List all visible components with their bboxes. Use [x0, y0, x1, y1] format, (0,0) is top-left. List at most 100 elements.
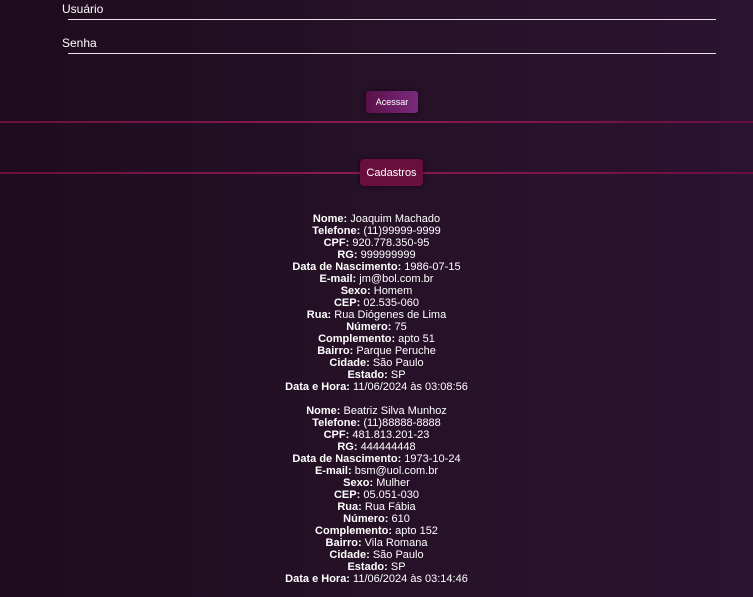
record-bairro-label: Bairro:: [317, 345, 354, 357]
username-label: Usuário: [62, 2, 104, 16]
record-sexo-label: Sexo:: [343, 477, 374, 489]
record-rg-row: RG: 444444448: [0, 441, 753, 453]
record-cep-label: CEP:: [333, 489, 361, 501]
record-nascimento-label: Data de Nascimento:: [292, 453, 402, 465]
record-rg-row: RG: 999999999: [0, 249, 753, 261]
record-rua-label: Rua:: [306, 309, 332, 321]
record-sexo-value: Homem: [373, 285, 413, 297]
username-field: Usuário: [62, 2, 716, 20]
record-rg-label: RG:: [337, 441, 358, 453]
record-cidade-value: São Paulo: [372, 549, 424, 561]
record-cidade-value: São Paulo: [372, 357, 424, 369]
record-numero-label: Número:: [346, 321, 392, 333]
record-bairro-value: Vila Romana: [364, 537, 428, 549]
record-estado-row: Estado: SP: [0, 369, 753, 381]
record-bairro-row: Bairro: Vila Romana: [0, 537, 753, 549]
record-rg-value: 999999999: [360, 249, 416, 261]
record-numero-value: 75: [394, 321, 407, 333]
record-datahora-value: 11/06/2024 às 03:08:56: [353, 381, 468, 393]
record-telefone-label: Telefone:: [312, 225, 361, 237]
password-underline: [68, 53, 716, 54]
username-underline: [68, 19, 716, 20]
record-sexo-label: Sexo:: [340, 285, 371, 297]
records-list: Nome: Joaquim Machado Telefone: (11)99999…: [0, 213, 753, 597]
record-rua-label: Rua:: [337, 501, 362, 513]
record-email-value: bsm@uol.com.br: [354, 465, 439, 477]
record-complemento-label: Complemento:: [318, 333, 396, 345]
record-telefone-row: Telefone: (11)88888-8888: [0, 417, 753, 429]
record-complemento-row: Complemento: apto 152: [0, 525, 753, 537]
record-numero-label: Número:: [343, 513, 389, 525]
record-complemento-label: Complemento:: [315, 525, 393, 537]
record-rua-row: Rua: Rua Fábia: [0, 501, 753, 513]
record-cpf-label: CPF:: [323, 237, 350, 249]
record-numero-row: Número: 610: [0, 513, 753, 525]
record-email-label: E-mail:: [314, 465, 352, 477]
record-datahora-row: Data e Hora: 11/06/2024 às 03:08:56: [0, 381, 753, 393]
record-cpf-row: CPF: 481.813.201-23: [0, 429, 753, 441]
record-telefone-row: Telefone: (11)99999-9999: [0, 225, 753, 237]
record-sexo-value: Mulher: [376, 477, 410, 489]
record-nascimento-value: 1986-07-15: [404, 261, 461, 273]
record-rg-label: RG:: [337, 249, 358, 261]
record-cidade-row: Cidade: São Paulo: [0, 357, 753, 369]
record-item: Nome: Joaquim Machado Telefone: (11)99999…: [0, 213, 753, 393]
record-cep-label: CEP:: [333, 297, 361, 309]
record-datahora-label: Data e Hora:: [285, 573, 350, 585]
record-nome-label: Nome:: [312, 213, 348, 225]
record-cidade-row: Cidade: São Paulo: [0, 549, 753, 561]
record-nome-row: Nome: Beatriz Silva Munhoz: [0, 405, 753, 417]
record-complemento-value: apto 152: [395, 525, 438, 537]
record-datahora-value: 11/06/2024 às 03:14:46: [353, 573, 468, 585]
record-email-label: E-mail:: [319, 273, 357, 285]
record-bairro-row: Bairro: Parque Peruche: [0, 345, 753, 357]
record-email-row: E-mail: jm@bol.com.br: [0, 273, 753, 285]
record-estado-value: SP: [390, 369, 406, 381]
acessar-button[interactable]: Acessar: [366, 91, 418, 113]
record-telefone-label: Telefone:: [312, 417, 361, 429]
password-label: Senha: [62, 36, 97, 50]
record-cidade-label: Cidade:: [329, 549, 370, 561]
record-complemento-row: Complemento: apto 51: [0, 333, 753, 345]
record-estado-label: Estado:: [347, 561, 388, 573]
record-telefone-value: (11)88888-8888: [363, 417, 441, 429]
password-field: Senha: [62, 36, 716, 54]
record-nome-value: Joaquim Machado: [350, 213, 441, 225]
record-telefone-value: (11)99999-9999: [363, 225, 441, 237]
record-nascimento-value: 1973-10-24: [404, 453, 461, 465]
record-cep-value: 02.535-060: [363, 297, 419, 309]
record-rua-value: Rua Diógenes de Lima: [334, 309, 447, 321]
record-nome-value: Beatriz Silva Munhoz: [343, 405, 447, 417]
record-datahora-label: Data e Hora:: [285, 381, 350, 393]
record-email-value: jm@bol.com.br: [359, 273, 434, 285]
record-cep-row: CEP: 05.051-030: [0, 489, 753, 501]
record-sexo-row: Sexo: Homem: [0, 285, 753, 297]
record-cep-row: CEP: 02.535-060: [0, 297, 753, 309]
record-nome-label: Nome:: [306, 405, 341, 417]
record-email-row: E-mail: bsm@uol.com.br: [0, 465, 753, 477]
record-cidade-label: Cidade:: [329, 357, 370, 369]
record-rua-value: Rua Fábia: [364, 501, 416, 513]
record-sexo-row: Sexo: Mulher: [0, 477, 753, 489]
record-nome-row: Nome: Joaquim Machado: [0, 213, 753, 225]
record-cpf-value: 481.813.201-23: [352, 429, 430, 441]
record-numero-row: Número: 75: [0, 321, 753, 333]
record-cpf-value: 920.778.350-95: [352, 237, 430, 249]
record-estado-label: Estado:: [347, 369, 388, 381]
record-bairro-label: Bairro:: [325, 537, 362, 549]
record-complemento-value: apto 51: [398, 333, 435, 345]
record-numero-value: 610: [391, 513, 410, 525]
record-cep-value: 05.051-030: [363, 489, 419, 501]
record-nascimento-row: Data de Nascimento: 1973-10-24: [0, 453, 753, 465]
record-rg-value: 444444448: [360, 441, 416, 453]
record-bairro-value: Parque Peruche: [356, 345, 436, 357]
cadastros-button[interactable]: Cadastros: [360, 159, 423, 186]
record-item: Nome: Beatriz Silva Munhoz Telefone: (11)…: [0, 405, 753, 585]
record-datahora-row: Data e Hora: 11/06/2024 às 03:14:46: [0, 573, 753, 585]
record-estado-row: Estado: SP: [0, 561, 753, 573]
record-cpf-row: CPF: 920.778.350-95: [0, 237, 753, 249]
record-cpf-label: CPF:: [323, 429, 350, 441]
record-estado-value: SP: [390, 561, 406, 573]
record-nascimento-label: Data de Nascimento:: [292, 261, 402, 273]
divider: [0, 121, 753, 123]
